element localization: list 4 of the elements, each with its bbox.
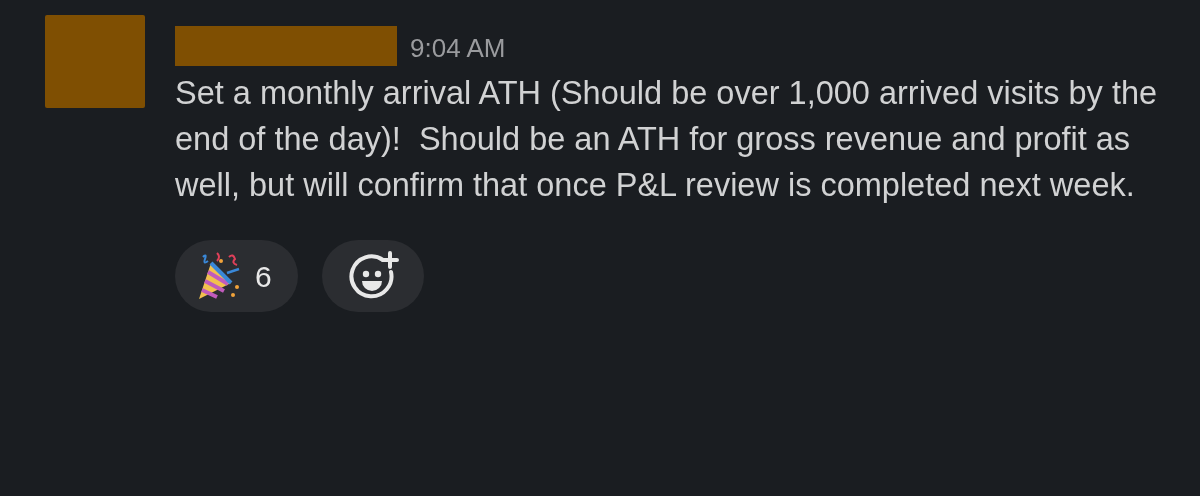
- reaction-button[interactable]: 6: [175, 240, 298, 312]
- timestamp: 9:04 AM: [410, 32, 506, 65]
- party-popper-icon: [197, 251, 241, 301]
- message-text: Set a monthly arrival ATH (Should be over 1,000 arrived visits by the end of the day)! Should be an ATH for gross revenue and profit as well, but will confirm that once P&L review is completed next week.: [175, 74, 1159, 205]
